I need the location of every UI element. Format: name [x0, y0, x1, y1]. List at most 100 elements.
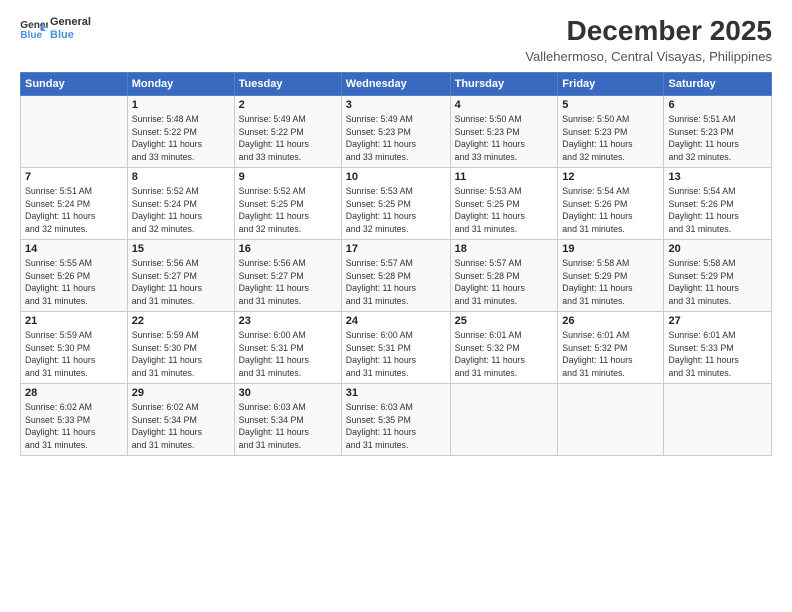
table-row: 6Sunrise: 5:51 AMSunset: 5:23 PMDaylight… [664, 95, 772, 167]
day-info: Sunrise: 5:56 AMSunset: 5:27 PMDaylight:… [239, 257, 337, 308]
table-row: 27 Sunrise: 6:01 AMSunset: 5:33 PMDayligh… [664, 311, 772, 383]
day-info: Sunrise: 6:02 AMSunset: 5:34 PMDaylight:… [132, 401, 230, 452]
day-number: 8 [132, 171, 230, 183]
day-info: Sunrise: 5:52 AMSunset: 5:24 PMDaylight:… [132, 185, 230, 236]
day-number: 11 [455, 171, 554, 183]
day-number: 10 [346, 171, 446, 183]
day-info: Sunrise: 5:55 AMSunset: 5:26 PMDaylight:… [25, 257, 123, 308]
day-number: 27 [668, 315, 767, 327]
calendar-table: SundayMondayTuesdayWednesdayThursdayFrid… [20, 72, 772, 456]
table-row: 30 Sunrise: 6:03 AMSunset: 5:34 PMDayligh… [234, 383, 341, 455]
table-row: 19Sunrise: 5:58 AMSunset: 5:29 PMDayligh… [558, 239, 664, 311]
table-row [21, 95, 128, 167]
day-number: 1 [132, 99, 230, 111]
day-number: 30 [239, 387, 337, 399]
table-row: 5Sunrise: 5:50 AMSunset: 5:23 PMDaylight… [558, 95, 664, 167]
header-friday: Friday [558, 72, 664, 95]
logo: General Blue General Blue [20, 16, 91, 42]
day-number: 28 [25, 387, 123, 399]
day-number: 19 [562, 243, 659, 255]
logo-blue: Blue [50, 29, 91, 42]
day-number: 23 [239, 315, 337, 327]
day-number: 29 [132, 387, 230, 399]
table-row: 7 Sunrise: 5:51 AMSunset: 5:24 PMDaylight… [21, 167, 128, 239]
main-title: December 2025 [525, 16, 772, 47]
day-info: Sunrise: 5:54 AMSunset: 5:26 PMDaylight:… [562, 185, 659, 236]
header-row: SundayMondayTuesdayWednesdayThursdayFrid… [21, 72, 772, 95]
table-row: 10Sunrise: 5:53 AMSunset: 5:25 PMDayligh… [341, 167, 450, 239]
table-row: 13 Sunrise: 5:54 AMSunset: 5:26 PMDayligh… [664, 167, 772, 239]
table-row: 2 Sunrise: 5:49 AMSunset: 5:22 PMDaylight… [234, 95, 341, 167]
day-info: Sunrise: 5:49 AMSunset: 5:23 PMDaylight:… [346, 113, 446, 164]
table-row: 8 Sunrise: 5:52 AMSunset: 5:24 PMDaylight… [127, 167, 234, 239]
table-row: 23 Sunrise: 6:00 AMSunset: 5:31 PMDayligh… [234, 311, 341, 383]
day-info: Sunrise: 5:57 AMSunset: 5:28 PMDaylight:… [346, 257, 446, 308]
day-info: Sunrise: 6:00 AMSunset: 5:31 PMDaylight:… [239, 329, 337, 380]
table-row [664, 383, 772, 455]
table-row: 3 Sunrise: 5:49 AMSunset: 5:23 PMDaylight… [341, 95, 450, 167]
table-row: 16 Sunrise: 5:56 AMSunset: 5:27 PMDayligh… [234, 239, 341, 311]
calendar-header: SundayMondayTuesdayWednesdayThursdayFrid… [21, 72, 772, 95]
table-row: 17Sunrise: 5:57 AMSunset: 5:28 PMDayligh… [341, 239, 450, 311]
table-row: 9Sunrise: 5:52 AMSunset: 5:25 PMDaylight… [234, 167, 341, 239]
day-number: 15 [132, 243, 230, 255]
day-number: 3 [346, 99, 446, 111]
day-number: 21 [25, 315, 123, 327]
day-info: Sunrise: 6:01 AMSunset: 5:32 PMDaylight:… [455, 329, 554, 380]
table-row: 15 Sunrise: 5:56 AMSunset: 5:27 PMDayligh… [127, 239, 234, 311]
table-row: 25 Sunrise: 6:01 AMSunset: 5:32 PMDayligh… [450, 311, 558, 383]
day-info: Sunrise: 5:59 AMSunset: 5:30 PMDaylight:… [25, 329, 123, 380]
day-info: Sunrise: 6:01 AMSunset: 5:32 PMDaylight:… [562, 329, 659, 380]
day-number: 2 [239, 99, 337, 111]
day-number: 5 [562, 99, 659, 111]
week-row-2: 14 Sunrise: 5:55 AMSunset: 5:26 PMDayligh… [21, 239, 772, 311]
title-block: December 2025 Vallehermoso, Central Visa… [525, 16, 772, 64]
day-info: Sunrise: 5:59 AMSunset: 5:30 PMDaylight:… [132, 329, 230, 380]
header-tuesday: Tuesday [234, 72, 341, 95]
table-row: 26 Sunrise: 6:01 AMSunset: 5:32 PMDayligh… [558, 311, 664, 383]
day-info: Sunrise: 5:53 AMSunset: 5:25 PMDaylight:… [455, 185, 554, 236]
day-info: Sunrise: 6:03 AMSunset: 5:34 PMDaylight:… [239, 401, 337, 452]
table-row [558, 383, 664, 455]
day-info: Sunrise: 6:03 AMSunset: 5:35 PMDaylight:… [346, 401, 446, 452]
day-number: 14 [25, 243, 123, 255]
day-number: 7 [25, 171, 123, 183]
header-sunday: Sunday [21, 72, 128, 95]
day-number: 31 [346, 387, 446, 399]
day-number: 13 [668, 171, 767, 183]
day-info: Sunrise: 5:52 AMSunset: 5:25 PMDaylight:… [239, 185, 337, 236]
day-number: 25 [455, 315, 554, 327]
table-row: 24 Sunrise: 6:00 AMSunset: 5:31 PMDayligh… [341, 311, 450, 383]
day-info: Sunrise: 5:51 AMSunset: 5:24 PMDaylight:… [25, 185, 123, 236]
day-info: Sunrise: 5:54 AMSunset: 5:26 PMDaylight:… [668, 185, 767, 236]
calendar-body: 1 Sunrise: 5:48 AMSunset: 5:22 PMDaylight… [21, 95, 772, 455]
day-info: Sunrise: 5:49 AMSunset: 5:22 PMDaylight:… [239, 113, 337, 164]
day-info: Sunrise: 6:02 AMSunset: 5:33 PMDaylight:… [25, 401, 123, 452]
day-info: Sunrise: 6:00 AMSunset: 5:31 PMDaylight:… [346, 329, 446, 380]
header: General Blue General Blue December 2025 … [20, 16, 772, 64]
day-number: 12 [562, 171, 659, 183]
day-info: Sunrise: 5:56 AMSunset: 5:27 PMDaylight:… [132, 257, 230, 308]
day-number: 20 [668, 243, 767, 255]
day-info: Sunrise: 5:57 AMSunset: 5:28 PMDaylight:… [455, 257, 554, 308]
header-saturday: Saturday [664, 72, 772, 95]
week-row-4: 28 Sunrise: 6:02 AMSunset: 5:33 PMDayligh… [21, 383, 772, 455]
day-info: Sunrise: 5:48 AMSunset: 5:22 PMDaylight:… [132, 113, 230, 164]
table-row: 12 Sunrise: 5:54 AMSunset: 5:26 PMDayligh… [558, 167, 664, 239]
table-row: 4Sunrise: 5:50 AMSunset: 5:23 PMDaylight… [450, 95, 558, 167]
day-info: Sunrise: 6:01 AMSunset: 5:33 PMDaylight:… [668, 329, 767, 380]
week-row-3: 21 Sunrise: 5:59 AMSunset: 5:30 PMDayligh… [21, 311, 772, 383]
table-row: 28 Sunrise: 6:02 AMSunset: 5:33 PMDayligh… [21, 383, 128, 455]
table-row: 31 Sunrise: 6:03 AMSunset: 5:35 PMDayligh… [341, 383, 450, 455]
day-number: 18 [455, 243, 554, 255]
day-number: 26 [562, 315, 659, 327]
table-row: 29 Sunrise: 6:02 AMSunset: 5:34 PMDayligh… [127, 383, 234, 455]
week-row-0: 1 Sunrise: 5:48 AMSunset: 5:22 PMDaylight… [21, 95, 772, 167]
day-number: 22 [132, 315, 230, 327]
day-number: 16 [239, 243, 337, 255]
day-number: 24 [346, 315, 446, 327]
day-number: 4 [455, 99, 554, 111]
logo-general: General [50, 16, 91, 29]
svg-text:Blue: Blue [20, 30, 42, 40]
week-row-1: 7 Sunrise: 5:51 AMSunset: 5:24 PMDaylight… [21, 167, 772, 239]
